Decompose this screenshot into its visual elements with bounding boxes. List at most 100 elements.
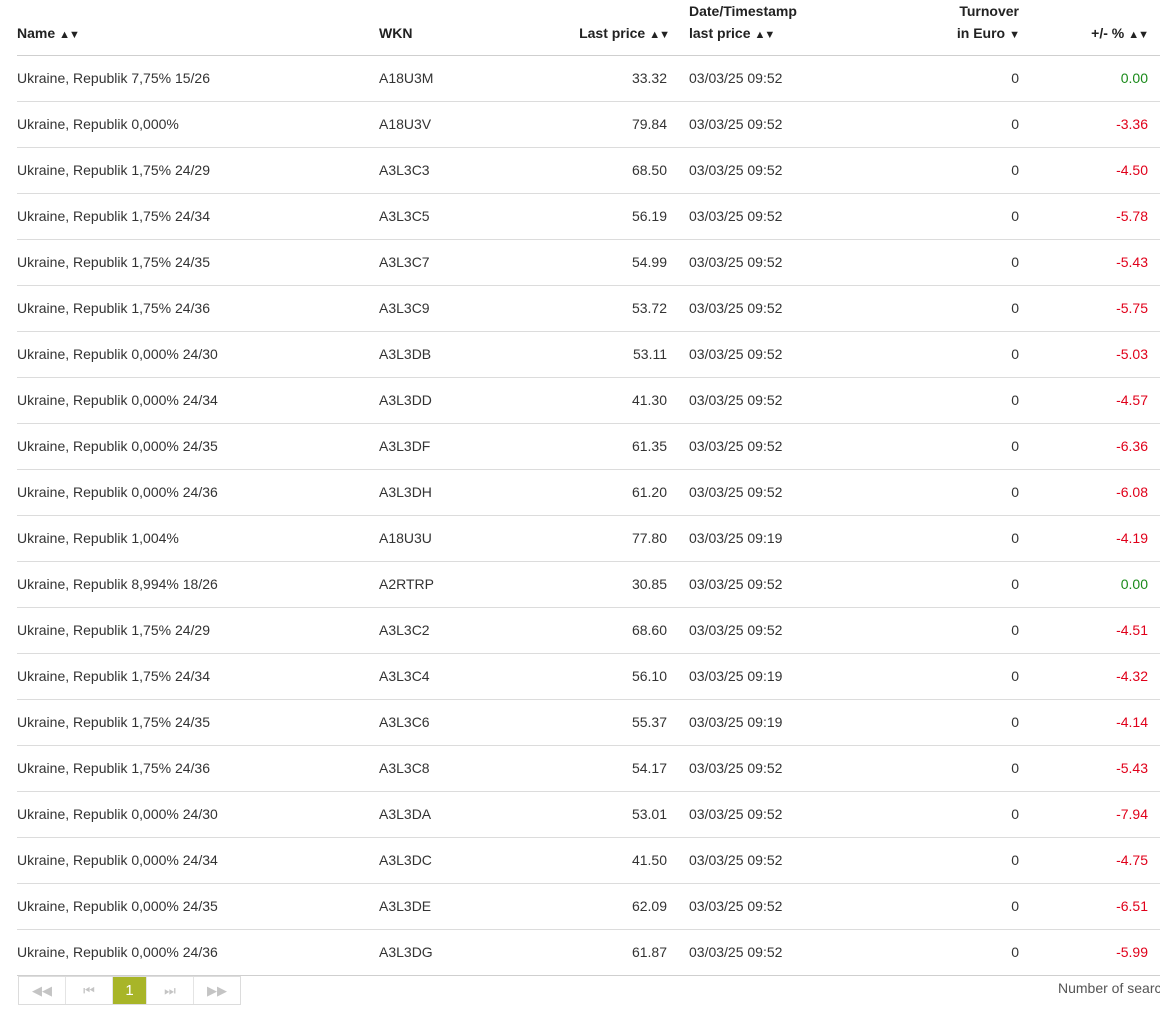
last-price: 61.35	[631, 438, 667, 454]
bond-name[interactable]: Ukraine, Republik 8,994% 18/26	[17, 562, 218, 607]
bond-name[interactable]: Ukraine, Republik 1,75% 24/36	[17, 286, 210, 331]
bond-name[interactable]: Ukraine, Republik 0,000%	[17, 102, 179, 147]
table-row[interactable]: Ukraine, Republik 1,75% 24/36 A3L3C8 54.17…	[17, 746, 1160, 792]
change-percent: -5.43	[1116, 760, 1148, 776]
turnover: 0	[1011, 806, 1019, 822]
change-percent: -5.43	[1116, 254, 1148, 270]
table-row[interactable]: Ukraine, Republik 0,000% 24/30 A3L3DA 53.0…	[17, 792, 1160, 838]
bond-name[interactable]: Ukraine, Republik 0,000% 24/36	[17, 470, 218, 515]
change-percent: -7.94	[1116, 806, 1148, 822]
results-count-label: Number of searc	[1058, 980, 1160, 996]
change-percent: -4.51	[1116, 622, 1148, 638]
last-price: 62.09	[631, 898, 667, 914]
turnover: 0	[1011, 576, 1019, 592]
table-row[interactable]: Ukraine, Republik 0,000% 24/34 A3L3DD 41.3…	[17, 378, 1160, 424]
table-row[interactable]: Ukraine, Republik 8,994% 18/26 A2RTRP 30.8…	[17, 562, 1160, 608]
timestamp: 03/03/25 09:52	[689, 162, 783, 178]
wkn-code: A3L3C8	[379, 760, 430, 776]
current-page-button[interactable]: 1	[113, 977, 147, 1004]
wkn-code: A3L3C3	[379, 162, 430, 178]
table-row[interactable]: Ukraine, Republik 1,75% 24/35 A3L3C6 55.37…	[17, 700, 1160, 746]
table-row[interactable]: Ukraine, Republik 0,000% 24/35 A3L3DE 62.0…	[17, 884, 1160, 930]
bond-name[interactable]: Ukraine, Republik 0,000% 24/34	[17, 838, 218, 883]
turnover: 0	[1011, 438, 1019, 454]
sort-both-icon[interactable]: ▲▼	[59, 29, 80, 41]
sort-down-icon[interactable]: ▼	[1009, 29, 1020, 41]
table-row[interactable]: Ukraine, Republik 0,000% 24/35 A3L3DF 61.3…	[17, 424, 1160, 470]
double-chevron-left-icon: ◀◀	[32, 982, 52, 998]
col-turnover-header-line1: Turnover	[959, 0, 1019, 22]
table-row[interactable]: Ukraine, Republik 7,75% 15/26 A18U3M 33.32…	[17, 56, 1160, 102]
bond-name[interactable]: Ukraine, Republik 1,75% 24/34	[17, 654, 210, 699]
sort-both-icon[interactable]: ▲▼	[649, 29, 670, 41]
first-page-button[interactable]: ◀◀	[19, 977, 66, 1004]
last-price: 61.87	[631, 944, 667, 960]
skip-forward-icon: ⏭	[164, 982, 176, 998]
bond-name[interactable]: Ukraine, Republik 1,004%	[17, 516, 179, 561]
col-turnover-header-line2[interactable]: in Euro ▼	[957, 22, 1020, 46]
bond-name[interactable]: Ukraine, Republik 0,000% 24/30	[17, 792, 218, 837]
sort-both-icon[interactable]: ▲▼	[1128, 29, 1149, 41]
timestamp: 03/03/25 09:19	[689, 530, 783, 546]
bond-name[interactable]: Ukraine, Republik 0,000% 24/35	[17, 884, 218, 929]
col-name-header[interactable]: Name ▲▼	[17, 22, 80, 46]
change-percent: -5.99	[1116, 944, 1148, 960]
timestamp: 03/03/25 09:52	[689, 944, 783, 960]
bond-name[interactable]: Ukraine, Republik 1,75% 24/35	[17, 240, 210, 285]
table-row[interactable]: Ukraine, Republik 1,75% 24/34 A3L3C4 56.10…	[17, 654, 1160, 700]
col-last-price-header[interactable]: Last price ▲▼	[579, 22, 670, 46]
bond-name[interactable]: Ukraine, Republik 0,000% 24/36	[17, 930, 218, 975]
wkn-code: A3L3C6	[379, 714, 430, 730]
bond-name[interactable]: Ukraine, Republik 1,75% 24/29	[17, 148, 210, 193]
change-percent: -5.03	[1116, 346, 1148, 362]
wkn-code: A3L3C5	[379, 208, 430, 224]
table-row[interactable]: Ukraine, Republik 1,75% 24/36 A3L3C9 53.72…	[17, 286, 1160, 332]
bond-name[interactable]: Ukraine, Republik 1,75% 24/34	[17, 194, 210, 239]
wkn-code: A3L3DF	[379, 438, 431, 454]
timestamp: 03/03/25 09:19	[689, 714, 783, 730]
turnover: 0	[1011, 760, 1019, 776]
timestamp: 03/03/25 09:52	[689, 622, 783, 638]
timestamp: 03/03/25 09:52	[689, 254, 783, 270]
table-row[interactable]: Ukraine, Republik 0,000% 24/34 A3L3DC 41.5…	[17, 838, 1160, 884]
table-row[interactable]: Ukraine, Republik 1,75% 24/29 A3L3C2 68.60…	[17, 608, 1160, 654]
table-row[interactable]: Ukraine, Republik 1,75% 24/34 A3L3C5 56.19…	[17, 194, 1160, 240]
table-row[interactable]: Ukraine, Republik 0,000% 24/30 A3L3DB 53.1…	[17, 332, 1160, 378]
last-price: 53.11	[633, 346, 667, 362]
table-row[interactable]: Ukraine, Republik 0,000% 24/36 A3L3DH 61.2…	[17, 470, 1160, 516]
wkn-code: A18U3M	[379, 70, 434, 86]
wkn-code: A3L3DB	[379, 346, 432, 362]
last-price: 77.80	[631, 530, 667, 546]
table-row[interactable]: Ukraine, Republik 1,75% 24/35 A3L3C7 54.99…	[17, 240, 1160, 286]
sort-both-icon[interactable]: ▲▼	[754, 29, 775, 41]
change-percent: 0.00	[1120, 576, 1148, 592]
bond-name[interactable]: Ukraine, Republik 1,75% 24/29	[17, 608, 210, 653]
bond-name[interactable]: Ukraine, Republik 0,000% 24/35	[17, 424, 218, 469]
turnover: 0	[1011, 116, 1019, 132]
table-row[interactable]: Ukraine, Republik 0,000% 24/36 A3L3DG 61.8…	[17, 930, 1160, 976]
table-row[interactable]: Ukraine, Republik 1,75% 24/29 A3L3C3 68.50…	[17, 148, 1160, 194]
bond-name[interactable]: Ukraine, Republik 0,000% 24/34	[17, 378, 218, 423]
col-date-header-line2[interactable]: last price ▲▼	[689, 22, 775, 46]
bond-name[interactable]: Ukraine, Republik 1,75% 24/35	[17, 700, 210, 745]
change-percent: -3.36	[1116, 116, 1148, 132]
bond-name[interactable]: Ukraine, Republik 1,75% 24/36	[17, 746, 210, 791]
timestamp: 03/03/25 09:52	[689, 208, 783, 224]
wkn-code: A3L3DE	[379, 898, 432, 914]
last-price: 55.37	[631, 714, 667, 730]
timestamp: 03/03/25 09:52	[689, 484, 783, 500]
bond-name[interactable]: Ukraine, Republik 0,000% 24/30	[17, 332, 218, 377]
change-percent: -4.75	[1116, 852, 1148, 868]
table-row[interactable]: Ukraine, Republik 1,004% A18U3U 77.80 03/03…	[17, 516, 1160, 562]
bond-name[interactable]: Ukraine, Republik 7,75% 15/26	[17, 56, 210, 101]
wkn-code: A3L3DA	[379, 806, 432, 822]
turnover: 0	[1011, 944, 1019, 960]
col-change-header[interactable]: +/- % ▲▼	[1091, 22, 1149, 46]
change-percent: -5.78	[1116, 208, 1148, 224]
last-page-button[interactable]: ▶▶	[194, 977, 240, 1004]
timestamp: 03/03/25 09:52	[689, 898, 783, 914]
next-page-button[interactable]: ⏭	[147, 977, 194, 1004]
table-row[interactable]: Ukraine, Republik 0,000% A18U3V 79.84 03/03…	[17, 102, 1160, 148]
prev-page-button[interactable]: ⏮	[66, 977, 113, 1004]
last-price: 53.01	[631, 806, 667, 822]
